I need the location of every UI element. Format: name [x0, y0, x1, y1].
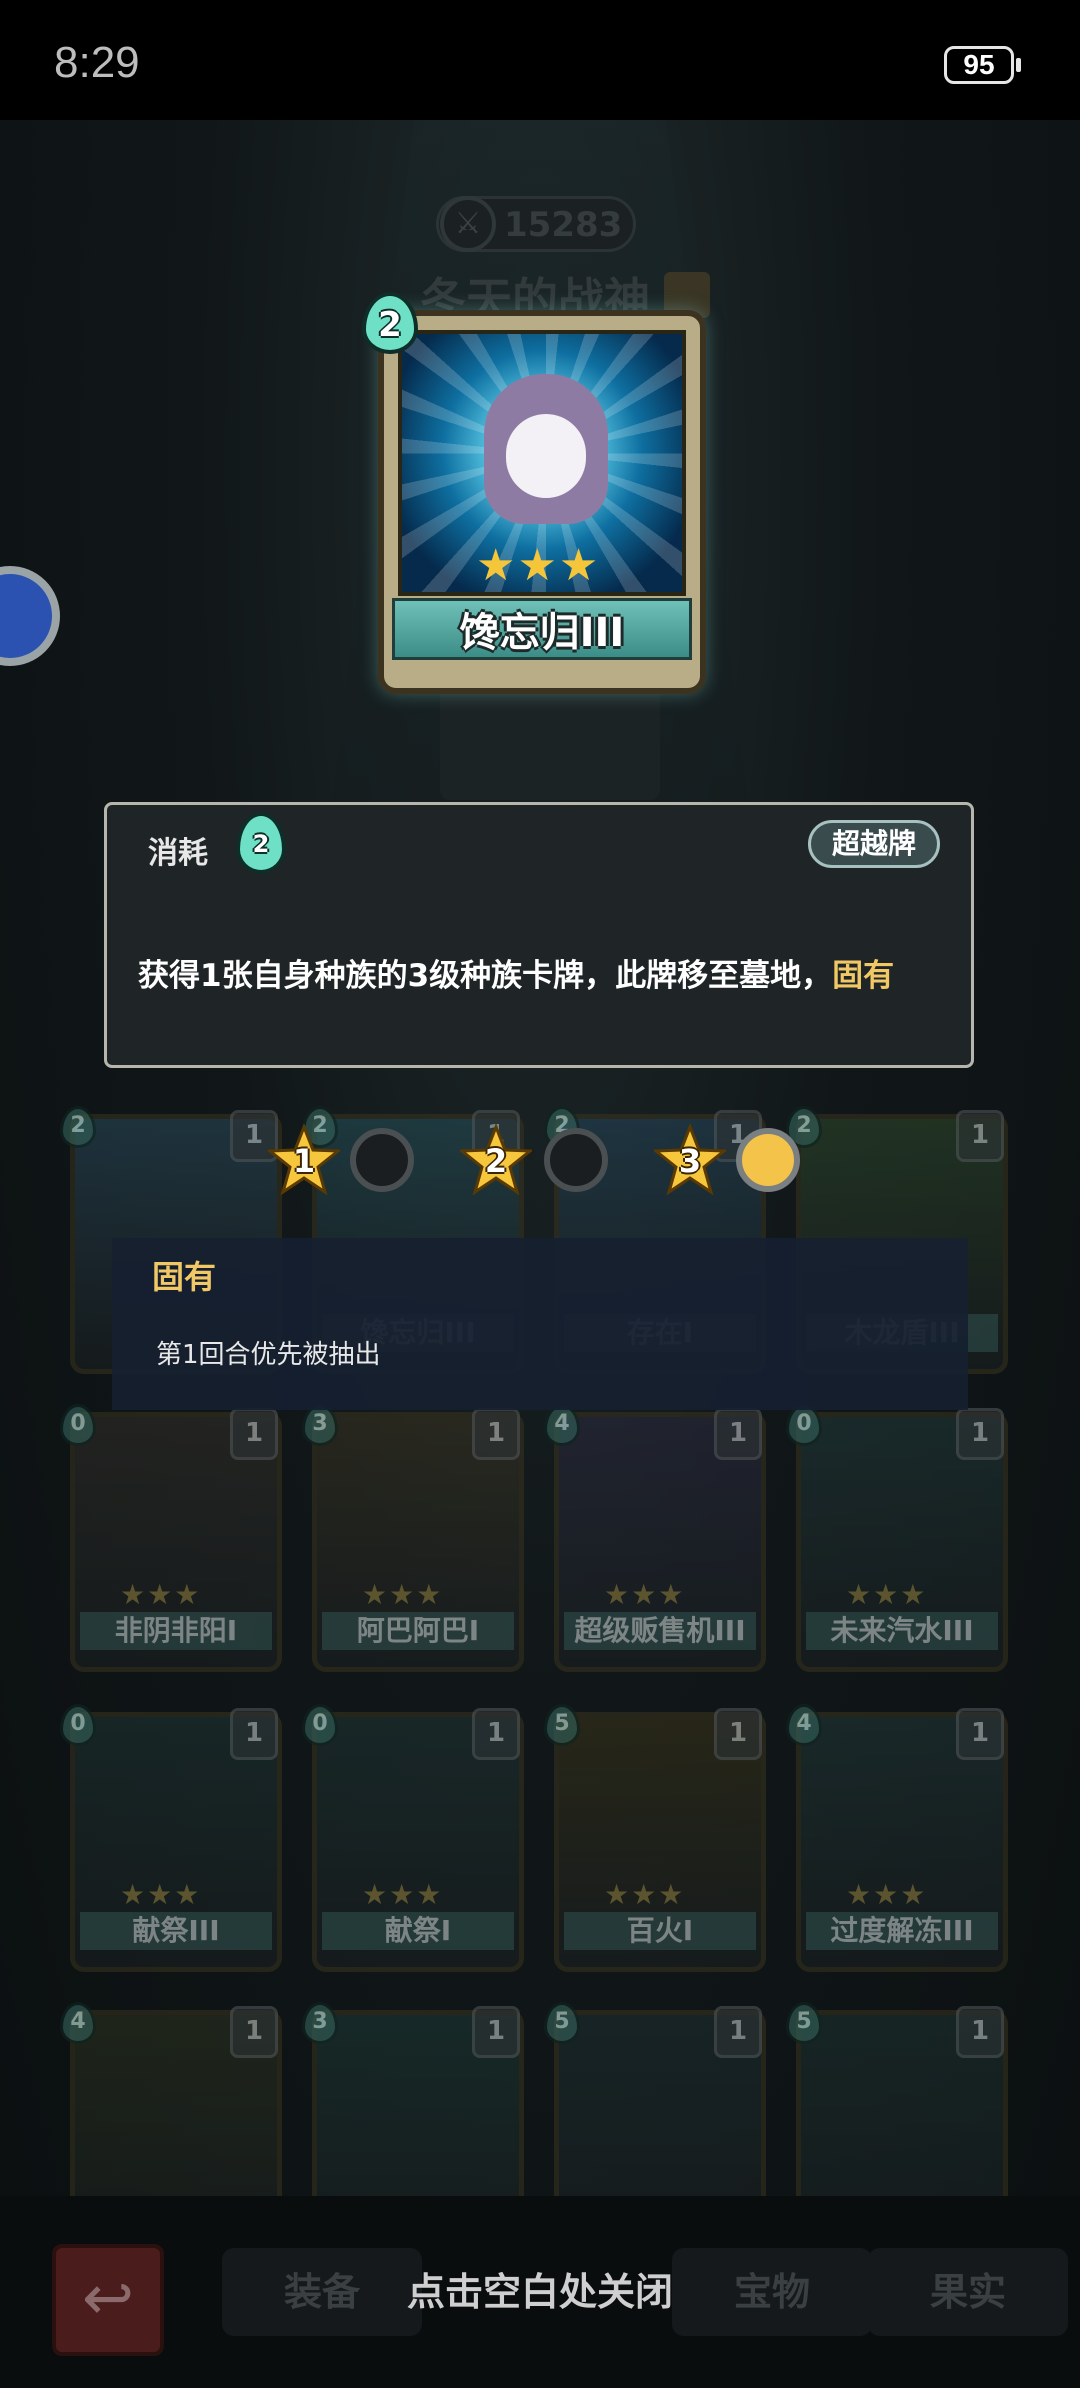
deck-card-name: 阿巴阿巴I: [322, 1612, 514, 1650]
consume-label: 消耗: [148, 836, 208, 871]
deck-card-cost-icon: 5: [544, 2002, 580, 2044]
keyword-description: 第1回合优先被抽出: [156, 1340, 381, 1370]
level-number: 3: [678, 1142, 702, 1180]
deck-card-stars: ★★★: [120, 1578, 202, 1611]
deck-card-cost-icon: 4: [60, 2002, 96, 2044]
deck-card-name: 过度解冻III: [806, 1912, 998, 1950]
deck-card-stars: ★★★: [362, 1878, 444, 1911]
deck-card-cost-icon: 3: [302, 1404, 338, 1446]
featured-card-art: ★★★: [398, 330, 686, 596]
character-face: [506, 414, 586, 498]
featured-card-stars: ★★★: [476, 540, 601, 591]
deck-card-stars: ★★★: [362, 1578, 444, 1611]
deck-card-count-badge: 1: [230, 1708, 278, 1760]
deck-card-stars: ★★★: [846, 1878, 928, 1911]
status-bar: [0, 0, 1080, 120]
level-number: 2: [484, 1142, 508, 1180]
keyword-link[interactable]: 固有: [832, 958, 894, 994]
deck-card-cost-icon: 4: [544, 1404, 580, 1446]
deck-card-stars: ★★★: [604, 1878, 686, 1911]
deck-card-count-badge: 1: [472, 1408, 520, 1460]
deck-card-cost-icon: 0: [786, 1404, 822, 1446]
score-icon: ⚔: [440, 196, 496, 252]
deck-card-count-badge: 1: [472, 2006, 520, 2058]
keyword-tooltip: [112, 1238, 968, 1410]
deck-card-name: 百火I: [564, 1912, 756, 1950]
deck-card-name: 非阴非阳I: [80, 1612, 272, 1650]
deck-card-count-badge: 1: [956, 1110, 1004, 1162]
back-button[interactable]: ↩: [52, 2244, 164, 2356]
deck-card-count-badge: 1: [714, 1408, 762, 1460]
close-hint[interactable]: 点击空白处关闭: [340, 2248, 740, 2336]
deck-card-count-badge: 1: [956, 2006, 1004, 2058]
deck-card-stars: ★★★: [846, 1578, 928, 1611]
card-type-tag[interactable]: 超越牌: [808, 820, 940, 868]
deck-card-stars: ★★★: [120, 1878, 202, 1911]
deck-card-count-badge: 1: [230, 1408, 278, 1460]
level-radio-3[interactable]: [736, 1128, 800, 1192]
deck-card-stars: ★★★: [604, 1578, 686, 1611]
battery-icon: 95: [944, 46, 1014, 84]
description-text: 获得1张自身种族的3级种族卡牌，此牌移至墓地，: [138, 958, 833, 994]
deck-card-name: 献祭III: [80, 1912, 272, 1950]
deck-card-count-badge: 1: [472, 1708, 520, 1760]
deck-card-cost-icon: 3: [302, 2002, 338, 2044]
deck-card-count-badge: 1: [956, 1408, 1004, 1460]
level-radio-1[interactable]: [350, 1128, 414, 1192]
deck-card-count-badge: 1: [230, 2006, 278, 2058]
score-value: 15283: [504, 205, 623, 245]
deck-card-count-badge: 1: [956, 1708, 1004, 1760]
deck-card-cost-icon: 5: [786, 2002, 822, 2044]
deck-card-cost-icon: 0: [302, 1704, 338, 1746]
deck-card-cost-icon: 0: [60, 1404, 96, 1446]
deck-card-cost-icon: 2: [60, 1106, 96, 1148]
level-radio-2[interactable]: [544, 1128, 608, 1192]
status-time: 8:29: [54, 38, 140, 87]
deck-card-cost-icon: 4: [786, 1704, 822, 1746]
deck-card-name: 超级贩售机III: [564, 1612, 756, 1650]
deck-card-count-badge: 1: [714, 1708, 762, 1760]
level-number: 1: [292, 1142, 316, 1180]
tab-fruit[interactable]: 果实: [868, 2248, 1068, 2336]
deck-card-name: 献祭I: [322, 1912, 514, 1950]
battery-tip: [1016, 58, 1021, 72]
keyword-title: 固有: [152, 1258, 217, 1296]
featured-card-name: 馋忘归III: [459, 610, 625, 656]
deck-card-cost-icon: 5: [544, 1704, 580, 1746]
deck-card-count-badge: 1: [714, 2006, 762, 2058]
deck-card-name: 未来汽水III: [806, 1612, 998, 1650]
deck-card-cost-icon: 0: [60, 1704, 96, 1746]
card-description: 获得1张自身种族的3级种族卡牌，此牌移至墓地，固有: [138, 950, 894, 995]
